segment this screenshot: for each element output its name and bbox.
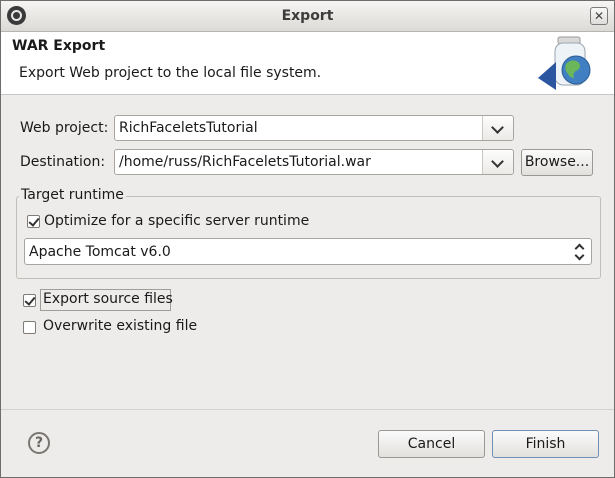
destination-dropdown-button[interactable] — [482, 150, 513, 174]
cancel-button[interactable]: Cancel — [378, 430, 485, 458]
runtime-value: Apache Tomcat v6.0 — [29, 244, 171, 260]
jar-globe-icon — [538, 36, 591, 90]
browse-button[interactable]: Browse... — [521, 149, 593, 176]
footer-separator — [1, 409, 614, 410]
export-dialog: Export ✕ WAR Export Export Web project t… — [0, 0, 615, 478]
destination-value: /home/russ/RichFaceletsTutorial.war — [119, 154, 371, 170]
window-title: Export — [281, 8, 334, 24]
runtime-select[interactable]: Apache Tomcat v6.0 — [24, 238, 592, 265]
overwrite-checkbox[interactable] — [23, 321, 36, 334]
web-project-dropdown-button[interactable] — [482, 116, 513, 140]
finish-button[interactable]: Finish — [492, 430, 599, 458]
wizard-description: Export Web project to the local file sys… — [19, 65, 322, 81]
wizard-banner: WAR Export Export Web project to the loc… — [1, 32, 614, 95]
web-project-label: Web project: — [20, 120, 109, 136]
optimize-runtime-checkbox[interactable] — [27, 215, 40, 228]
optimize-runtime-label[interactable]: Optimize for a specific server runtime — [44, 213, 309, 229]
wizard-heading: WAR Export — [12, 38, 106, 54]
target-runtime-title: Target runtime — [19, 187, 126, 203]
chevron-down-icon — [491, 155, 504, 168]
destination-label: Destination: — [20, 154, 106, 170]
destination-combo[interactable]: /home/russ/RichFaceletsTutorial.war — [114, 149, 514, 175]
help-icon[interactable]: ? — [28, 432, 50, 454]
web-project-value: RichFaceletsTutorial — [119, 120, 258, 136]
up-down-arrows-icon — [574, 243, 585, 261]
export-source-label[interactable]: Export source files — [43, 291, 173, 307]
close-icon[interactable]: ✕ — [590, 7, 608, 25]
title-bar[interactable]: Export ✕ — [1, 1, 614, 32]
export-source-checkbox[interactable] — [23, 294, 36, 307]
web-project-combo[interactable]: RichFaceletsTutorial — [114, 115, 514, 141]
overwrite-label[interactable]: Overwrite existing file — [43, 318, 197, 334]
chevron-down-icon — [491, 121, 504, 134]
